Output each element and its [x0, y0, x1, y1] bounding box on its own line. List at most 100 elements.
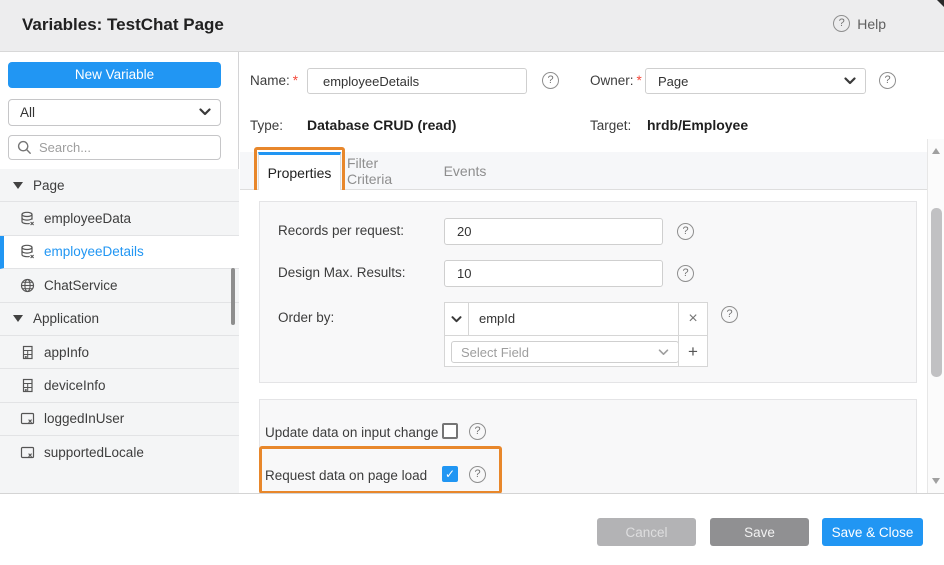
- database-icon: [20, 244, 35, 259]
- help-label: Help: [857, 16, 886, 32]
- type-value: Database CRUD (read): [307, 117, 456, 133]
- load-options-panel: Update data on input change ✓ ? Request …: [259, 399, 917, 493]
- records-help-icon[interactable]: ?: [677, 223, 694, 240]
- sidebar-filler: [0, 469, 239, 493]
- add-order-field-button[interactable]: +: [678, 336, 707, 367]
- design-max-results-label: Design Max. Results:: [278, 265, 406, 280]
- variables-list: Page employeeData employeeDetails ChatSe…: [0, 169, 239, 470]
- required-marker: *: [637, 73, 642, 88]
- order-by-row: empId ×: [445, 303, 707, 336]
- document-x-icon: [20, 445, 35, 460]
- item-label: appInfo: [44, 345, 89, 360]
- owner-help-icon[interactable]: ?: [879, 72, 896, 89]
- help-icon: ?: [833, 15, 850, 32]
- records-per-request-input[interactable]: [444, 218, 663, 245]
- request-on-load-help-icon[interactable]: ?: [469, 466, 486, 483]
- item-label: employeeDetails: [44, 244, 144, 259]
- group-label: Application: [33, 311, 99, 326]
- document-x-icon: [20, 411, 35, 426]
- required-marker: *: [293, 73, 298, 88]
- help-button[interactable]: ? Help: [833, 15, 886, 32]
- order-by-label: Order by:: [278, 310, 334, 325]
- app-grid-icon: [20, 378, 35, 393]
- update-on-input-help-icon[interactable]: ?: [469, 423, 486, 440]
- owner-select-wrap: Page: [645, 68, 866, 94]
- collapse-triangle-icon: [13, 315, 23, 322]
- variables-sidebar: New Variable All Page employeeData emplo…: [0, 52, 239, 493]
- search-icon: [17, 140, 32, 155]
- vertical-scrollbar[interactable]: [927, 139, 944, 493]
- order-by-help-icon[interactable]: ?: [721, 306, 738, 323]
- dialog-header: Variables: TestChat Page ? Help: [0, 0, 944, 52]
- variables-dialog: Variables: TestChat Page ? Help New Vari…: [0, 0, 944, 565]
- name-label: Name:*: [250, 73, 298, 88]
- update-on-input-checkbox[interactable]: ✓: [442, 423, 458, 439]
- tab-properties[interactable]: Properties: [258, 152, 341, 190]
- page-title: Variables: TestChat Page: [22, 15, 224, 35]
- collapse-triangle-icon: [13, 182, 23, 189]
- tab-filter-criteria[interactable]: Filter Criteria: [347, 152, 427, 190]
- variable-filter-select-wrap: All: [8, 99, 221, 126]
- new-variable-button[interactable]: New Variable: [8, 62, 221, 88]
- save-close-button[interactable]: Save & Close: [822, 518, 923, 546]
- add-order-field-row: Select Field +: [445, 336, 707, 367]
- database-icon: [20, 211, 35, 226]
- checkmark-icon: ✓: [445, 468, 455, 480]
- sidebar-item-supportedlocale[interactable]: supportedLocale: [0, 436, 239, 469]
- request-on-load-checkbox[interactable]: ✓: [442, 466, 458, 482]
- add-icon: +: [688, 342, 698, 362]
- select-field-dropdown[interactable]: Select Field: [451, 341, 679, 363]
- sidebar-item-appinfo[interactable]: appInfo: [0, 336, 239, 369]
- type-label: Type:: [250, 118, 283, 133]
- owner-select[interactable]: Page: [645, 68, 866, 94]
- sidebar-scrollbar-thumb[interactable]: [231, 268, 235, 325]
- name-input[interactable]: [307, 68, 527, 94]
- sidebar-item-employeedata[interactable]: employeeData: [0, 202, 239, 235]
- sidebar-item-loggedinuser[interactable]: loggedInUser: [0, 403, 239, 436]
- main-panel: Name:* ? Owner:* Page ? Type: Database C…: [240, 52, 944, 493]
- owner-label: Owner:*: [590, 73, 642, 88]
- scroll-down-arrow-icon[interactable]: [932, 478, 940, 484]
- design-max-help-icon[interactable]: ?: [677, 265, 694, 282]
- chevron-down-icon: [658, 349, 669, 356]
- request-on-load-label: Request data on page load: [265, 468, 427, 483]
- records-per-request-label: Records per request:: [278, 223, 404, 238]
- group-label: Page: [33, 178, 65, 193]
- select-field-placeholder: Select Field: [461, 345, 658, 360]
- save-button[interactable]: Save: [710, 518, 809, 546]
- order-by-control: empId × Select Field +: [444, 302, 708, 367]
- item-label: employeeData: [44, 211, 131, 226]
- dialog-footer: Cancel Save Save & Close: [0, 493, 944, 565]
- scroll-up-arrow-icon[interactable]: [932, 148, 940, 154]
- sidebar-item-deviceinfo[interactable]: deviceInfo: [0, 369, 239, 402]
- sidebar-item-chatservice[interactable]: ChatService: [0, 269, 239, 302]
- search-box: [8, 135, 221, 160]
- name-help-icon[interactable]: ?: [542, 72, 559, 89]
- remove-order-field-button[interactable]: ×: [678, 303, 707, 335]
- item-label: deviceInfo: [44, 378, 106, 393]
- properties-content: Records per request: ? Design Max. Resul…: [240, 190, 926, 493]
- globe-icon: [20, 278, 35, 293]
- sidebar-item-employeedetails-selected[interactable]: employeeDetails: [0, 236, 239, 269]
- remove-icon: ×: [688, 310, 697, 328]
- scrollbar-thumb[interactable]: [931, 208, 942, 377]
- corner-artifact: [937, 0, 944, 14]
- order-direction-button[interactable]: [445, 303, 469, 335]
- cancel-button[interactable]: Cancel: [597, 518, 696, 546]
- design-max-results-input[interactable]: [444, 260, 663, 287]
- target-value: hrdb/Employee: [647, 117, 748, 133]
- update-on-input-label: Update data on input change: [265, 425, 438, 440]
- order-by-field-value: empId: [479, 311, 515, 326]
- item-label: ChatService: [44, 278, 118, 293]
- tab-events[interactable]: Events: [442, 152, 488, 190]
- app-grid-icon: [20, 345, 35, 360]
- target-label: Target:: [590, 118, 631, 133]
- request-settings-panel: Records per request: ? Design Max. Resul…: [259, 201, 917, 383]
- sidebar-group-page[interactable]: Page: [0, 169, 239, 202]
- search-input[interactable]: [8, 135, 221, 160]
- item-label: supportedLocale: [44, 445, 144, 460]
- sidebar-group-application[interactable]: Application: [0, 303, 239, 336]
- owner-label-text: Owner:: [590, 73, 634, 88]
- variable-filter-select[interactable]: All: [8, 99, 221, 126]
- tab-bar: Properties Filter Criteria Events: [240, 152, 944, 190]
